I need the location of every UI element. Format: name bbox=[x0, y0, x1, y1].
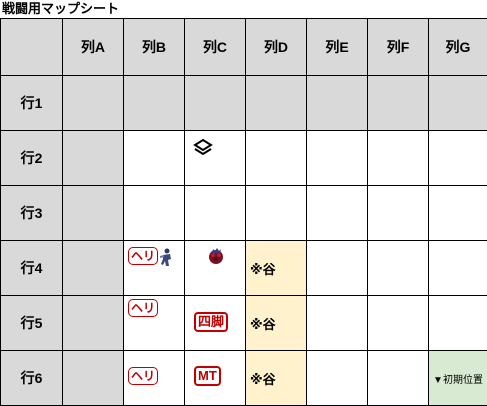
mt-unit-badge[interactable]: MT bbox=[194, 366, 221, 386]
cell-f4[interactable] bbox=[368, 241, 429, 296]
cell-c3[interactable] bbox=[185, 186, 246, 241]
map-grid: 列A 列B 列C 列D 列E 列F 列G 行1 行2 行3 行4 ヘリ ※谷 行… bbox=[0, 18, 487, 406]
cell-f5[interactable] bbox=[368, 296, 429, 351]
row-header-5[interactable]: 行5 bbox=[1, 296, 63, 351]
cell-c2[interactable] bbox=[185, 131, 246, 186]
row-header-6[interactable]: 行6 bbox=[1, 351, 63, 406]
cell-a2[interactable] bbox=[63, 131, 124, 186]
cell-b3[interactable] bbox=[124, 186, 185, 241]
cell-e5[interactable] bbox=[307, 296, 368, 351]
cell-d1[interactable] bbox=[246, 76, 307, 131]
cell-g5[interactable] bbox=[429, 296, 487, 351]
cell-g4[interactable] bbox=[429, 241, 487, 296]
start-position-label: ▼初期位置 bbox=[433, 374, 483, 386]
shikyaku-unit-badge[interactable]: 四脚 bbox=[194, 312, 229, 332]
cell-d4[interactable]: ※谷 bbox=[246, 241, 307, 296]
cell-d3[interactable] bbox=[246, 186, 307, 241]
row-header-4[interactable]: 行4 bbox=[1, 241, 63, 296]
diamond-layers-icon[interactable] bbox=[193, 139, 213, 157]
cell-d5[interactable]: ※谷 bbox=[246, 296, 307, 351]
cell-g1[interactable] bbox=[429, 76, 487, 131]
cell-g2[interactable] bbox=[429, 131, 487, 186]
cell-e4[interactable] bbox=[307, 241, 368, 296]
cell-e2[interactable] bbox=[307, 131, 368, 186]
heli-unit-badge[interactable]: ヘリ bbox=[128, 367, 159, 385]
cell-b4[interactable]: ヘリ bbox=[124, 241, 185, 296]
cell-a4[interactable] bbox=[63, 241, 124, 296]
cell-c6[interactable]: MT bbox=[185, 351, 246, 406]
cell-b2[interactable] bbox=[124, 131, 185, 186]
row-header-2[interactable]: 行2 bbox=[1, 131, 63, 186]
cell-g3[interactable] bbox=[429, 186, 487, 241]
heli-unit-badge[interactable]: ヘリ bbox=[128, 247, 159, 265]
cell-e3[interactable] bbox=[307, 186, 368, 241]
cell-f1[interactable] bbox=[368, 76, 429, 131]
cell-f2[interactable] bbox=[368, 131, 429, 186]
cell-d2[interactable] bbox=[246, 131, 307, 186]
heli-unit-badge[interactable]: ヘリ bbox=[128, 299, 159, 317]
valley-label: ※谷 bbox=[250, 371, 276, 387]
cell-g6[interactable]: ▼初期位置 bbox=[429, 351, 487, 406]
sheet-title: 戦闘用マップシート bbox=[2, 1, 120, 16]
cell-e1[interactable] bbox=[307, 76, 368, 131]
col-header-g[interactable]: 列G bbox=[429, 19, 487, 76]
cell-d6[interactable]: ※谷 bbox=[246, 351, 307, 406]
cell-a3[interactable] bbox=[63, 186, 124, 241]
valley-label: ※谷 bbox=[250, 261, 276, 277]
cell-b5[interactable]: ヘリ bbox=[124, 296, 185, 351]
col-header-e[interactable]: 列E bbox=[307, 19, 368, 76]
row-header-3[interactable]: 行3 bbox=[1, 186, 63, 241]
col-header-a[interactable]: 列A bbox=[63, 19, 124, 76]
cell-b1[interactable] bbox=[124, 76, 185, 131]
cell-b6[interactable]: ヘリ bbox=[124, 351, 185, 406]
cell-a6[interactable] bbox=[63, 351, 124, 406]
cell-a1[interactable] bbox=[63, 76, 124, 131]
valley-label: ※谷 bbox=[250, 316, 276, 332]
monster-figure-icon[interactable] bbox=[207, 246, 225, 266]
cell-c1[interactable] bbox=[185, 76, 246, 131]
corner-cell[interactable] bbox=[1, 19, 63, 76]
soldier-figure-icon[interactable] bbox=[158, 247, 174, 267]
col-header-c[interactable]: 列C bbox=[185, 19, 246, 76]
col-header-d[interactable]: 列D bbox=[246, 19, 307, 76]
col-header-b[interactable]: 列B bbox=[124, 19, 185, 76]
cell-f3[interactable] bbox=[368, 186, 429, 241]
cell-f6[interactable] bbox=[368, 351, 429, 406]
row-header-1[interactable]: 行1 bbox=[1, 76, 63, 131]
cell-a5[interactable] bbox=[63, 296, 124, 351]
cell-c4[interactable] bbox=[185, 241, 246, 296]
cell-c5[interactable]: 四脚 bbox=[185, 296, 246, 351]
col-header-f[interactable]: 列F bbox=[368, 19, 429, 76]
cell-e6[interactable] bbox=[307, 351, 368, 406]
